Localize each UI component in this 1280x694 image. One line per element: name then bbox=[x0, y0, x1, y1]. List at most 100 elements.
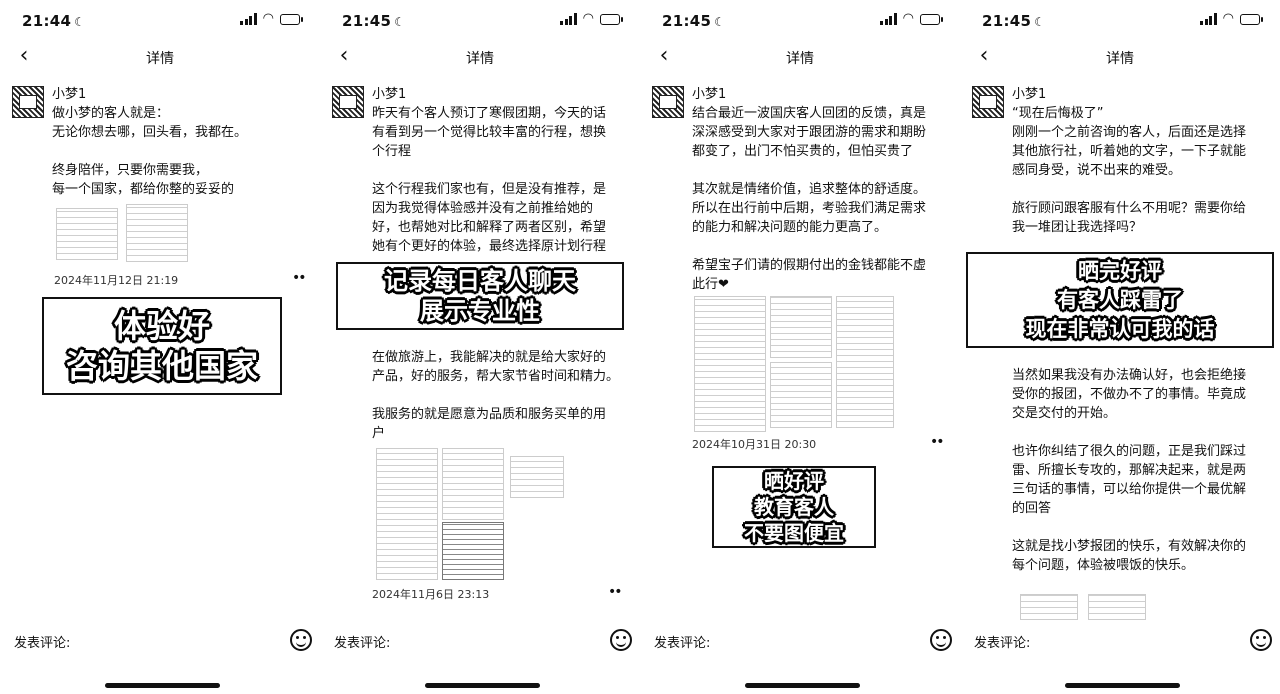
post-line: 我一堆团让我选择吗？ bbox=[1012, 220, 1143, 235]
post-image[interactable] bbox=[376, 448, 438, 580]
comment-input[interactable]: 发表评论: bbox=[974, 632, 1030, 651]
caption-overlay: 晒好评 教育客人 不要图便宜 bbox=[712, 466, 876, 548]
post-image[interactable] bbox=[56, 208, 118, 260]
nav-title: 详情 bbox=[466, 51, 494, 67]
post-line bbox=[1012, 518, 1274, 537]
avatar[interactable] bbox=[332, 86, 364, 118]
caption-line: 不要图便宜 bbox=[744, 521, 844, 545]
signal-icon bbox=[1200, 13, 1217, 25]
more-options-icon[interactable]: •• bbox=[292, 270, 306, 286]
status-time: 21:45 ☾ bbox=[342, 12, 406, 30]
avatar[interactable] bbox=[972, 86, 1004, 118]
signal-icon bbox=[560, 13, 577, 25]
nav-title: 详情 bbox=[146, 51, 174, 67]
comment-input[interactable]: 发表评论: bbox=[334, 632, 390, 651]
phone-screen-3: 21:45 ☾ ◠ ‹ 详情 小梦1 结合最近一波国庆客人回团的反馈，真是 深深感… bbox=[640, 0, 960, 694]
post-date: 2024年11月6日 23:13 bbox=[372, 588, 490, 601]
post-line: 个行程 bbox=[372, 144, 412, 159]
post-line: 刚刚一个之前咨询的客人，后面还是选择 bbox=[1012, 125, 1247, 140]
status-icons: ◠ bbox=[240, 11, 303, 26]
avatar[interactable] bbox=[652, 86, 684, 118]
caption-line: 展示专业性 bbox=[420, 297, 540, 325]
status-icons: ◠ bbox=[880, 12, 943, 25]
post-line bbox=[372, 161, 634, 180]
post-line: 都变了，出门不怕买贵的，但怕买贵了 bbox=[692, 144, 914, 159]
post-line: 做小梦的客人就是： bbox=[52, 106, 170, 121]
post-image[interactable] bbox=[442, 522, 504, 580]
nav-title: 详情 bbox=[786, 51, 814, 67]
post-line bbox=[52, 142, 314, 161]
author-name[interactable]: 小梦1 bbox=[52, 83, 86, 102]
post-line: 感同身受，说不出来的难受。 bbox=[1012, 163, 1182, 178]
post-line: 的能力和解决问题的能力更高了。 bbox=[692, 220, 888, 235]
home-indicator bbox=[745, 683, 860, 688]
post-text: 在做旅游上，我能解决的就是给大家好的 产品，好的服务，帮大家节省时间和精力。 我… bbox=[372, 348, 634, 443]
phone-screen-2: 21:45 ☾ ◠ ‹ 详情 小梦1 昨天有个客人预订了寒假团期，今天的话 有看到… bbox=[320, 0, 640, 694]
post-image[interactable] bbox=[770, 362, 832, 428]
more-options-icon[interactable]: •• bbox=[608, 584, 622, 600]
post-line: 这就是找小梦报团的快乐，有效解决你的 bbox=[1012, 539, 1247, 554]
post-line bbox=[692, 237, 954, 256]
caption-line: 教育客人 bbox=[754, 495, 834, 519]
post-line: 我服务的就是愿意为品质和服务买单的用 bbox=[372, 407, 607, 422]
caption-line: 体验好 bbox=[113, 307, 210, 345]
post-line: 其他旅行社，听着她的文字，一下子就能 bbox=[1012, 144, 1247, 159]
post-line: 有看到另一个觉得比较丰富的行程，想换 bbox=[372, 125, 607, 140]
post-image[interactable] bbox=[442, 448, 504, 520]
emoji-icon[interactable] bbox=[290, 629, 312, 651]
post-line: 交是交付的开始。 bbox=[1012, 406, 1117, 421]
post-line: 深深感受到大家对于跟团游的需求和期盼 bbox=[692, 125, 927, 140]
wifi-icon: ◠ bbox=[262, 11, 274, 26]
post-image[interactable] bbox=[126, 204, 188, 262]
caption-overlay: 体验好 咨询其他国家 bbox=[42, 297, 282, 395]
wifi-icon: ◠ bbox=[1222, 11, 1234, 26]
moon-icon: ☾ bbox=[74, 15, 86, 29]
post-image[interactable] bbox=[1088, 594, 1146, 620]
post-image[interactable] bbox=[694, 296, 766, 432]
caption-overlay: 记录每日客人聊天 展示专业性 bbox=[336, 262, 624, 330]
caption-line: 现在非常认可我的话 bbox=[1025, 316, 1215, 341]
home-indicator bbox=[105, 683, 220, 688]
post-text: 结合最近一波国庆客人回团的反馈，真是 深深感受到大家对于跟团游的需求和期盼 都变… bbox=[692, 104, 954, 294]
post-line: 也许你纠结了很久的问题，正是我们踩过 bbox=[1012, 444, 1247, 459]
post-date: 2024年11月12日 21:19 bbox=[54, 274, 179, 287]
status-time: 21:44 ☾ bbox=[22, 12, 86, 30]
post-line bbox=[372, 386, 634, 405]
post-line: 这个行程我们家也有，但是没有推荐，是 bbox=[372, 182, 607, 197]
author-name[interactable]: 小梦1 bbox=[1012, 83, 1046, 102]
emoji-icon[interactable] bbox=[930, 629, 952, 651]
battery-icon bbox=[280, 13, 303, 25]
caption-line: 记录每日客人聊天 bbox=[384, 267, 576, 295]
caption-line: 咨询其他国家 bbox=[65, 347, 258, 385]
author-name[interactable]: 小梦1 bbox=[372, 83, 406, 102]
post-image[interactable] bbox=[510, 456, 564, 498]
emoji-icon[interactable] bbox=[610, 629, 632, 651]
home-indicator bbox=[1065, 683, 1180, 688]
post-line: 在做旅游上，我能解决的就是给大家好的 bbox=[372, 350, 607, 365]
wifi-icon: ◠ bbox=[582, 11, 594, 26]
battery-icon bbox=[1240, 13, 1263, 25]
moon-icon: ☾ bbox=[714, 15, 726, 29]
author-name[interactable]: 小梦1 bbox=[692, 83, 726, 102]
post-image[interactable] bbox=[1020, 594, 1078, 620]
signal-icon bbox=[880, 13, 897, 25]
moon-icon: ☾ bbox=[1034, 15, 1046, 29]
battery-icon bbox=[920, 13, 943, 25]
emoji-icon[interactable] bbox=[1250, 629, 1272, 651]
post-image[interactable] bbox=[836, 296, 894, 428]
comment-input[interactable]: 发表评论: bbox=[14, 632, 70, 651]
post-date: 2024年10月31日 20:30 bbox=[692, 438, 817, 451]
post-line: 户 bbox=[372, 426, 386, 441]
home-indicator bbox=[425, 683, 540, 688]
comment-input[interactable]: 发表评论: bbox=[654, 632, 710, 651]
more-options-icon[interactable]: •• bbox=[930, 434, 944, 450]
phone-screen-1: 21:44 ☾ ◠ ‹ 详情 小梦1 做小梦的客人就是： 无论你想去哪，回头看，我… bbox=[0, 0, 320, 694]
avatar[interactable] bbox=[12, 86, 44, 118]
post-line: 结合最近一波国庆客人回团的反馈，真是 bbox=[692, 106, 927, 121]
post-line: 她有个更好的体验，最终选择原计划行程 bbox=[372, 239, 607, 254]
post-line: “现在后悔极了” bbox=[1012, 106, 1104, 121]
post-line bbox=[1012, 180, 1274, 199]
status-time: 21:45 ☾ bbox=[662, 12, 726, 30]
post-image[interactable] bbox=[770, 296, 832, 358]
caption-overlay: 晒完好评 有客人踩雷了 现在非常认可我的话 bbox=[966, 252, 1274, 348]
